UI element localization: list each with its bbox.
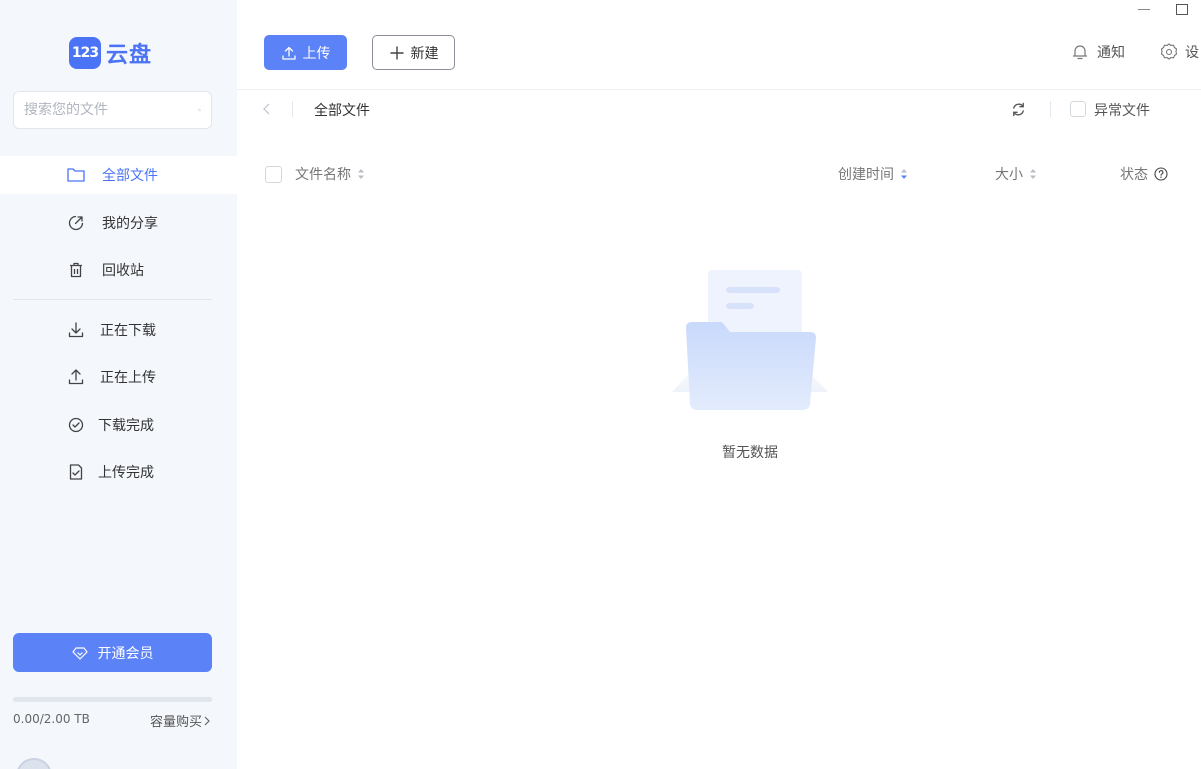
empty-state-text: 暂无数据 <box>722 445 778 461</box>
sidebar-item-label: 上传完成 <box>98 465 154 481</box>
abnormal-files-checkbox[interactable] <box>1070 101 1086 117</box>
chevron-right-icon <box>204 716 210 725</box>
logo-badge: 123 <box>69 37 101 69</box>
settings-label: 设 <box>1185 45 1199 61</box>
settings-button[interactable]: 设 <box>1159 42 1199 62</box>
sidebar-item-label: 回收站 <box>102 263 144 279</box>
sidebar-item-label: 全部文件 <box>102 168 158 184</box>
file-check-icon <box>66 462 86 482</box>
storage-usage-text: 0.00/2.00 TB <box>13 712 90 726</box>
new-button[interactable]: 新建 <box>372 35 455 70</box>
column-header-label: 创建时间 <box>838 167 894 183</box>
diamond-icon <box>71 646 88 660</box>
avatar[interactable] <box>16 758 52 769</box>
sidebar-item-label: 我的分享 <box>102 216 158 232</box>
abnormal-files-label: 异常文件 <box>1094 103 1150 119</box>
breadcrumb-current[interactable]: 全部文件 <box>314 100 370 120</box>
empty-state: 暂无数据 <box>664 262 836 472</box>
column-header-label: 状态 <box>1120 167 1148 183</box>
gear-icon <box>1160 43 1178 60</box>
column-header-status[interactable]: 状态 <box>1120 164 1168 184</box>
sort-desc-icon <box>901 169 907 179</box>
notification-label: 通知 <box>1097 45 1125 61</box>
column-header-size[interactable]: 大小 <box>995 164 1037 184</box>
buy-storage-link[interactable]: 容量购买 <box>150 711 212 730</box>
folder-icon <box>66 165 86 185</box>
upload-icon <box>281 46 296 60</box>
sort-icon <box>1030 169 1036 179</box>
column-header-label: 文件名称 <box>295 167 351 183</box>
sidebar-divider <box>13 299 212 300</box>
sidebar-item-label: 正在上传 <box>100 370 156 386</box>
window-minimize-button[interactable] <box>1138 9 1150 10</box>
upload-label: 上传 <box>302 44 331 61</box>
download-icon <box>66 320 86 340</box>
sidebar-item-label: 下载完成 <box>98 418 154 434</box>
window-maximize-button[interactable] <box>1176 4 1188 15</box>
search-icon[interactable] <box>198 102 201 118</box>
storage-progress-bar <box>13 697 212 702</box>
column-header-created[interactable]: 创建时间 <box>838 164 908 184</box>
sidebar-item-uploading[interactable]: 正在上传 <box>0 358 237 396</box>
column-header-name[interactable]: 文件名称 <box>295 164 365 184</box>
sidebar-item-downloading[interactable]: 正在下载 <box>0 311 237 349</box>
help-icon[interactable] <box>1154 167 1168 181</box>
logo-text: 云盘 <box>106 43 153 68</box>
notification-button[interactable]: 通知 <box>1071 42 1125 62</box>
search-input[interactable] <box>24 102 198 118</box>
vip-label: 开通会员 <box>97 644 154 661</box>
select-all-checkbox[interactable] <box>265 166 282 183</box>
back-button[interactable] <box>262 100 276 118</box>
search-box <box>13 91 212 129</box>
refresh-icon[interactable] <box>1010 101 1027 118</box>
sidebar-item-my-shares[interactable]: 我的分享 <box>0 204 237 242</box>
open-vip-button[interactable]: 开通会员 <box>13 633 212 672</box>
sidebar: 123 云盘 全部文件 我的分享 回收站 正在下载 正在上传 <box>0 0 237 769</box>
breadcrumb-separator <box>292 101 293 117</box>
app-logo[interactable]: 123 云盘 <box>69 36 152 70</box>
check-circle-icon <box>66 415 86 435</box>
header-divider <box>237 89 1201 90</box>
sidebar-item-download-complete[interactable]: 下载完成 <box>0 406 237 444</box>
plus-icon <box>389 45 404 60</box>
chevron-left-icon <box>263 103 270 115</box>
toolbar-separator <box>1050 101 1051 117</box>
sidebar-item-recycle-bin[interactable]: 回收站 <box>0 251 237 289</box>
sidebar-item-upload-complete[interactable]: 上传完成 <box>0 453 237 491</box>
buy-storage-label: 容量购买 <box>149 715 202 730</box>
sort-icon <box>358 169 364 179</box>
new-label: 新建 <box>410 44 439 61</box>
upload-button[interactable]: 上传 <box>264 35 347 70</box>
trash-icon <box>66 260 86 280</box>
sidebar-item-label: 正在下载 <box>100 323 156 339</box>
sidebar-item-all-files[interactable]: 全部文件 <box>0 156 237 194</box>
share-icon <box>66 213 86 233</box>
column-header-label: 大小 <box>995 167 1023 183</box>
upload-icon <box>66 367 86 387</box>
bell-icon <box>1072 45 1088 60</box>
